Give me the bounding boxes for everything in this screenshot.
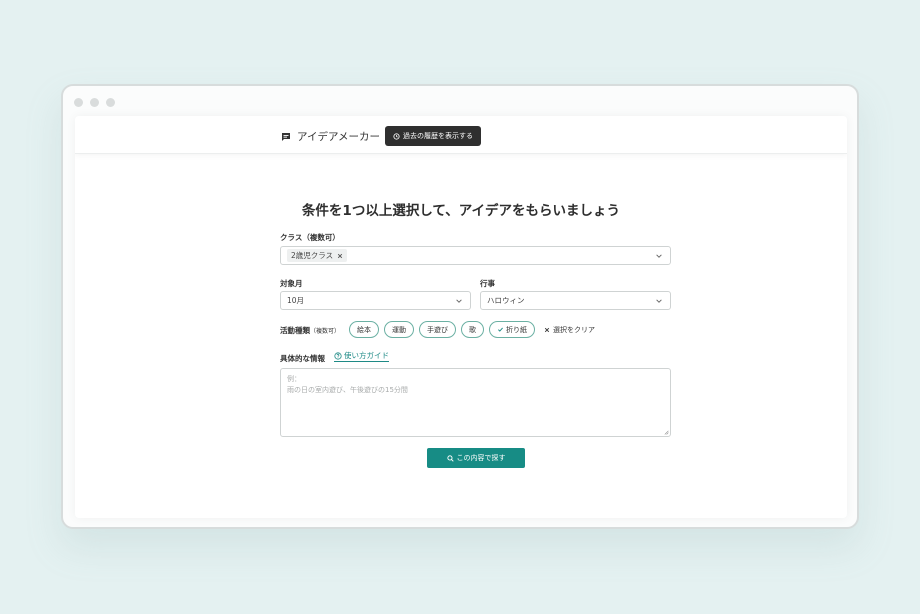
chip-label: 折り紙 [506,325,527,334]
window-dot-minimize[interactable] [90,98,99,107]
chip-label: 絵本 [357,325,371,334]
class-multiselect[interactable]: 2歳児クラス [280,246,671,265]
chevron-down-icon [656,254,662,258]
details-textarea[interactable]: 例： 雨の日の室内遊び、午後遊びの15分間 [280,368,671,437]
class-label: クラス（複数可） [280,232,340,243]
selected-tag-label: 2歳児クラス [291,251,334,260]
help-circle-icon [334,352,342,360]
chip-exercise[interactable]: 運動 [384,321,414,338]
chip-song[interactable]: 歌 [461,321,484,338]
placeholder-line-2: 雨の日の室内遊び、午後遊びの15分間 [287,386,408,394]
chevron-down-icon [656,299,662,303]
resize-grip-icon[interactable] [663,429,669,435]
browser-window: アイデアメーカー 過去の履歴を表示する 条件を1つ以上選択して、アイデアをもらい… [61,84,859,529]
activity-label-text: 活動種類 [280,326,310,335]
chip-origami[interactable]: 折り紙 [489,321,535,338]
app-frame: アイデアメーカー 過去の履歴を表示する 条件を1つ以上選択して、アイデアをもらい… [75,116,847,518]
search-submit-label: この内容で探す [456,454,506,462]
close-icon[interactable] [337,253,343,259]
search-submit-button[interactable]: この内容で探す [427,448,525,468]
event-label: 行事 [480,279,495,288]
window-dot-close[interactable] [74,98,83,107]
chevron-down-icon [456,299,462,303]
activity-label-note: （複数可） [310,328,341,335]
close-icon [544,327,550,332]
window-controls [74,98,115,107]
app-title: アイデアメーカー [297,131,380,143]
search-icon [446,454,454,462]
details-label: 具体的な情報 [280,354,325,363]
window-dot-maximize[interactable] [106,98,115,107]
month-value: 10月 [287,296,305,305]
check-icon [498,327,503,332]
placeholder-line-1: 例： [287,375,301,383]
chip-picture-book[interactable]: 絵本 [349,321,379,338]
usage-guide-label: 使い方ガイド [344,351,389,360]
history-button[interactable]: 過去の履歴を表示する [385,126,481,146]
usage-guide-link[interactable]: 使い方ガイド [334,351,389,362]
month-select[interactable]: 10月 [280,291,471,310]
app-header: アイデアメーカー 過去の履歴を表示する [75,116,847,154]
chip-label: 運動 [392,325,406,334]
event-select[interactable]: ハロウィン [480,291,671,310]
class-label-note: （複数可） [302,233,340,242]
app-brand: アイデアメーカー [281,129,380,144]
clear-selection-label: 選択をクリア [553,325,595,334]
chip-label: 手遊び [427,325,448,334]
history-icon [393,132,400,140]
selected-tag: 2歳児クラス [287,249,348,262]
clear-selection-button[interactable]: 選択をクリア [544,325,595,335]
chip-label: 歌 [469,325,476,334]
history-button-label: 過去の履歴を表示する [403,132,473,140]
activity-chips: 絵本 運動 手遊び 歌 折り紙 選択をクリア [349,321,595,338]
activity-label: 活動種類（複数可） [280,325,340,336]
message-icon [282,132,290,141]
page-heading: 条件を1つ以上選択して、アイデアをもらいましょう [301,203,621,219]
month-label: 対象月 [280,279,303,288]
chip-hand-play[interactable]: 手遊び [419,321,456,338]
event-value: ハロウィン [487,296,525,305]
class-label-text: クラス [280,233,303,242]
